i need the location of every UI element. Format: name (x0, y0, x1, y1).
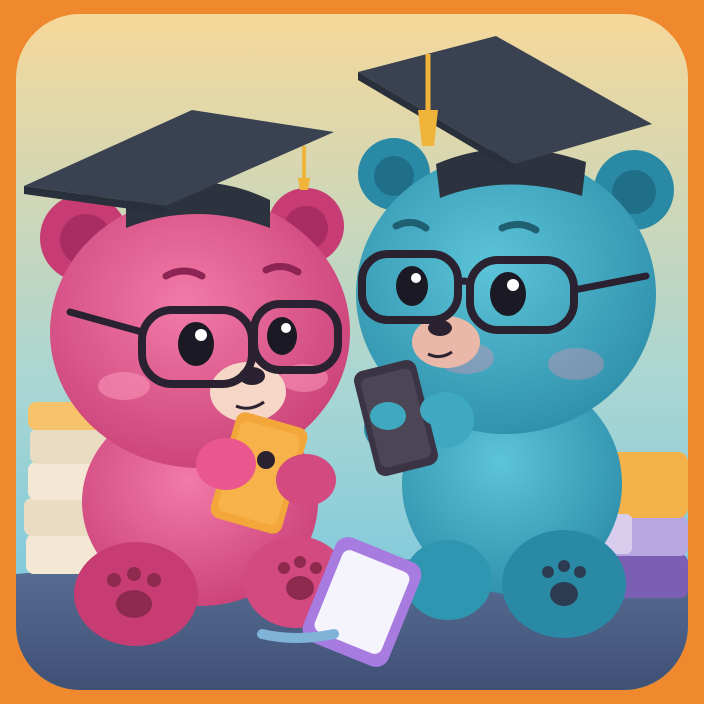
app-icon-tile (16, 14, 688, 690)
pink-bear (40, 188, 350, 646)
app-icon-frame (0, 0, 704, 704)
bears-illustration (16, 14, 688, 690)
apple-logo-icon (257, 451, 275, 469)
